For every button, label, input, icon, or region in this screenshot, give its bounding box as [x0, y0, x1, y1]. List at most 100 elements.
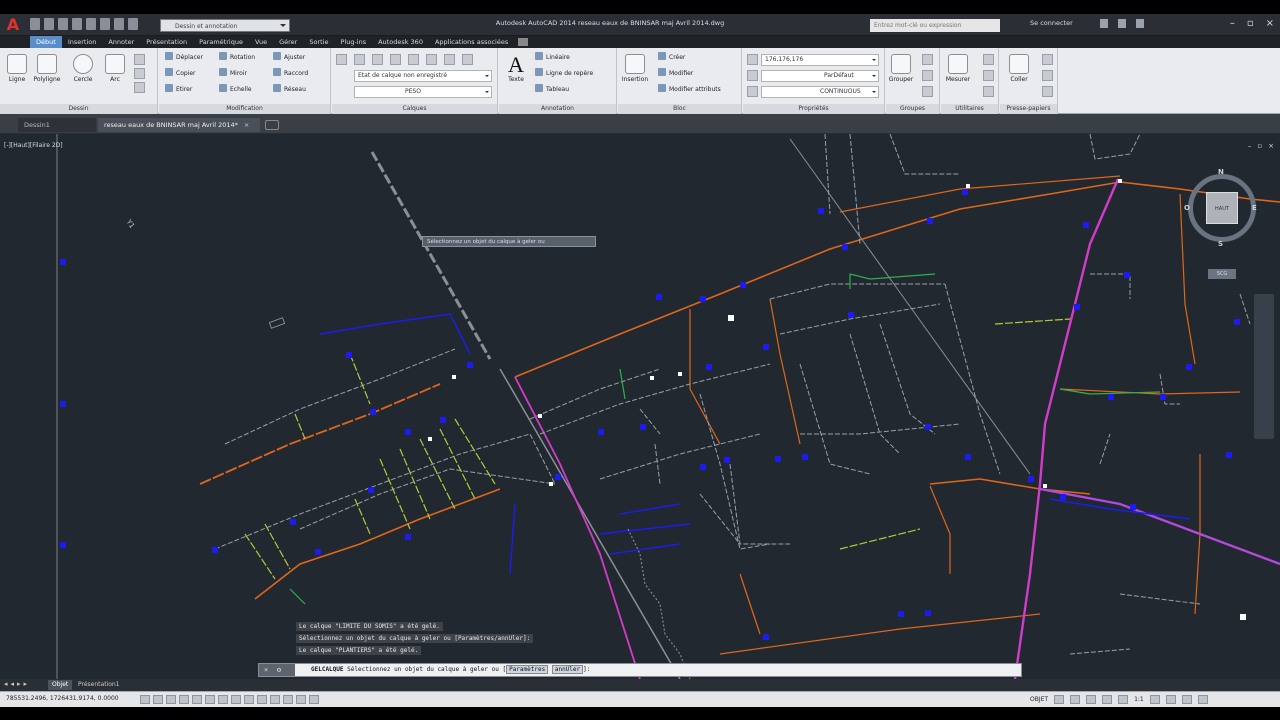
- arc-button[interactable]: Arc: [100, 54, 130, 83]
- layer-icon[interactable]: [354, 54, 365, 65]
- file-tab-reseau[interactable]: reseau eaux de BNINSAR maj Avril 2014* ×: [98, 118, 260, 132]
- tab-insertion[interactable]: Insertion: [62, 36, 103, 48]
- viewport-restore-icon[interactable]: ▫: [1257, 142, 1262, 150]
- rotation-button[interactable]: Rotation: [219, 52, 255, 64]
- open-icon[interactable]: [44, 18, 54, 30]
- tab-debut[interactable]: Début: [30, 36, 62, 48]
- tab-annoter[interactable]: Annoter: [102, 36, 140, 48]
- subscription-icon[interactable]: [1118, 19, 1126, 28]
- creer-button[interactable]: Créer: [658, 52, 685, 64]
- tab-autodesk360[interactable]: Autodesk 360: [372, 36, 429, 48]
- option-annuler[interactable]: annUler: [551, 665, 584, 674]
- layer-icon[interactable]: [462, 54, 473, 65]
- viewport-label[interactable]: [-][Haut][Filaire 2D]: [4, 142, 63, 149]
- miroir-button[interactable]: Miroir: [219, 68, 247, 80]
- next-layout-icon[interactable]: ▸: [17, 680, 21, 688]
- selection-cycling-icon[interactable]: [309, 695, 319, 704]
- etirer-button[interactable]: Etirer: [165, 84, 192, 96]
- echelle-button[interactable]: Echelle: [219, 84, 252, 96]
- quick-select-icon[interactable]: [983, 54, 994, 65]
- cut-icon[interactable]: [1042, 54, 1053, 65]
- command-prompt[interactable]: GELCALQUE Sélectionnez un objet du calqu…: [311, 664, 590, 676]
- object-snap-icon[interactable]: [205, 695, 215, 704]
- panel-modification-title[interactable]: Modification: [159, 104, 330, 114]
- first-layout-icon[interactable]: ◂: [4, 680, 8, 688]
- dynamic-ucs-icon[interactable]: [244, 695, 254, 704]
- ortho-mode-icon[interactable]: [179, 695, 189, 704]
- modifier-button[interactable]: Modifier: [658, 68, 693, 80]
- cercle-button[interactable]: Cercle: [68, 54, 98, 83]
- tab-vue[interactable]: Vue: [249, 36, 273, 48]
- copier-button[interactable]: Copier: [165, 68, 196, 80]
- help-search-input[interactable]: Entrez mot-clé ou expression: [870, 19, 1000, 32]
- isolate-objects-icon[interactable]: [1181, 695, 1192, 704]
- last-layout-icon[interactable]: ▸: [24, 680, 28, 688]
- viewport-minimize-icon[interactable]: –: [1248, 142, 1252, 150]
- redo-icon[interactable]: [114, 18, 124, 30]
- compass-west[interactable]: O: [1184, 204, 1190, 212]
- modifier-attributs-button[interactable]: Modifier attributs: [658, 84, 721, 96]
- file-tab-dessin1[interactable]: Dessin1: [18, 118, 96, 132]
- signin-button[interactable]: Se connecter: [1030, 19, 1073, 27]
- transparency-icon[interactable]: [283, 695, 293, 704]
- linetype-select[interactable]: CONTINUOUS: [761, 86, 879, 98]
- layer-icon[interactable]: [390, 54, 401, 65]
- infer-constraints-icon[interactable]: [140, 695, 150, 704]
- save-icon[interactable]: [58, 18, 68, 30]
- copy-icon[interactable]: [1042, 70, 1053, 81]
- compass-east[interactable]: E: [1252, 204, 1257, 212]
- dynamic-input-icon[interactable]: [257, 695, 267, 704]
- rectangle-icon[interactable]: [134, 54, 145, 65]
- lineaire-button[interactable]: Linéaire: [535, 52, 570, 64]
- help-icon[interactable]: [1136, 19, 1144, 28]
- viewcube-face[interactable]: HAUT: [1206, 192, 1238, 224]
- layer-icon[interactable]: [426, 54, 437, 65]
- ligne-repere-button[interactable]: Ligne de repère: [535, 68, 593, 80]
- tab-sortie[interactable]: Sortie: [303, 36, 334, 48]
- lineweight-display-icon[interactable]: [270, 695, 280, 704]
- insertion-button[interactable]: Insertion: [620, 54, 650, 83]
- snap-mode-icon[interactable]: [153, 695, 163, 704]
- quick-view-drawings-icon[interactable]: [1070, 695, 1081, 704]
- new-tab-icon[interactable]: [265, 120, 279, 130]
- 3d-object-snap-icon[interactable]: [218, 695, 228, 704]
- match-properties-icon[interactable]: [1042, 86, 1053, 97]
- wcs-menu[interactable]: SCG: [1208, 269, 1236, 279]
- quick-view-layouts-icon[interactable]: [1054, 695, 1065, 704]
- viewcube[interactable]: HAUT N O E S: [1184, 168, 1260, 254]
- undo-icon[interactable]: [100, 18, 110, 30]
- panel-annotation-title[interactable]: Annotation: [499, 104, 616, 114]
- texte-button[interactable]: A Texte: [501, 54, 531, 84]
- new-icon[interactable]: [30, 18, 40, 30]
- annotation-scale-label[interactable]: 1:1: [1134, 696, 1144, 703]
- coordinates-display[interactable]: 785531.2496, 1726431.9174, 0.0000: [6, 695, 119, 702]
- layer-state-select[interactable]: Etat de calque non enregistré: [354, 70, 492, 82]
- current-layer-select[interactable]: PESO: [354, 86, 492, 98]
- panel-proprietes-title[interactable]: Propriétés: [743, 104, 884, 114]
- coller-button[interactable]: Coller: [1004, 54, 1034, 83]
- deplacer-button[interactable]: Déplacer: [165, 52, 203, 64]
- polar-tracking-icon[interactable]: [192, 695, 202, 704]
- group-select-icon[interactable]: [922, 86, 933, 97]
- ligne-button[interactable]: Ligne: [2, 54, 32, 83]
- tab-parametrique[interactable]: Paramétrique: [193, 36, 249, 48]
- tableau-button[interactable]: Tableau: [535, 84, 569, 96]
- raccord-button[interactable]: Raccord: [273, 68, 308, 80]
- annotation-scale-icon[interactable]: [1118, 695, 1129, 704]
- tab-presentation[interactable]: Présentation: [140, 36, 193, 48]
- ajuster-button[interactable]: Ajuster: [273, 52, 305, 64]
- close-icon[interactable]: ×: [1266, 18, 1274, 29]
- model-space-label[interactable]: OBJET: [1030, 696, 1048, 703]
- id-point-icon[interactable]: [983, 86, 994, 97]
- grouper-button[interactable]: Grouper: [886, 54, 916, 83]
- tab-applications[interactable]: Applications associées: [429, 36, 514, 48]
- group-edit-icon[interactable]: [922, 70, 933, 81]
- object-snap-tracking-icon[interactable]: [231, 695, 241, 704]
- hatch-icon[interactable]: [134, 68, 145, 79]
- panel-groupes-title[interactable]: Groupes: [886, 104, 939, 114]
- lineweight-select[interactable]: ParDéfaut: [761, 70, 879, 82]
- tab-plugins[interactable]: Plug-ins: [334, 36, 372, 48]
- maximize-icon[interactable]: ▫: [1247, 18, 1254, 29]
- reseau-button[interactable]: Réseau: [273, 84, 306, 96]
- minimize-icon[interactable]: –: [1230, 18, 1235, 29]
